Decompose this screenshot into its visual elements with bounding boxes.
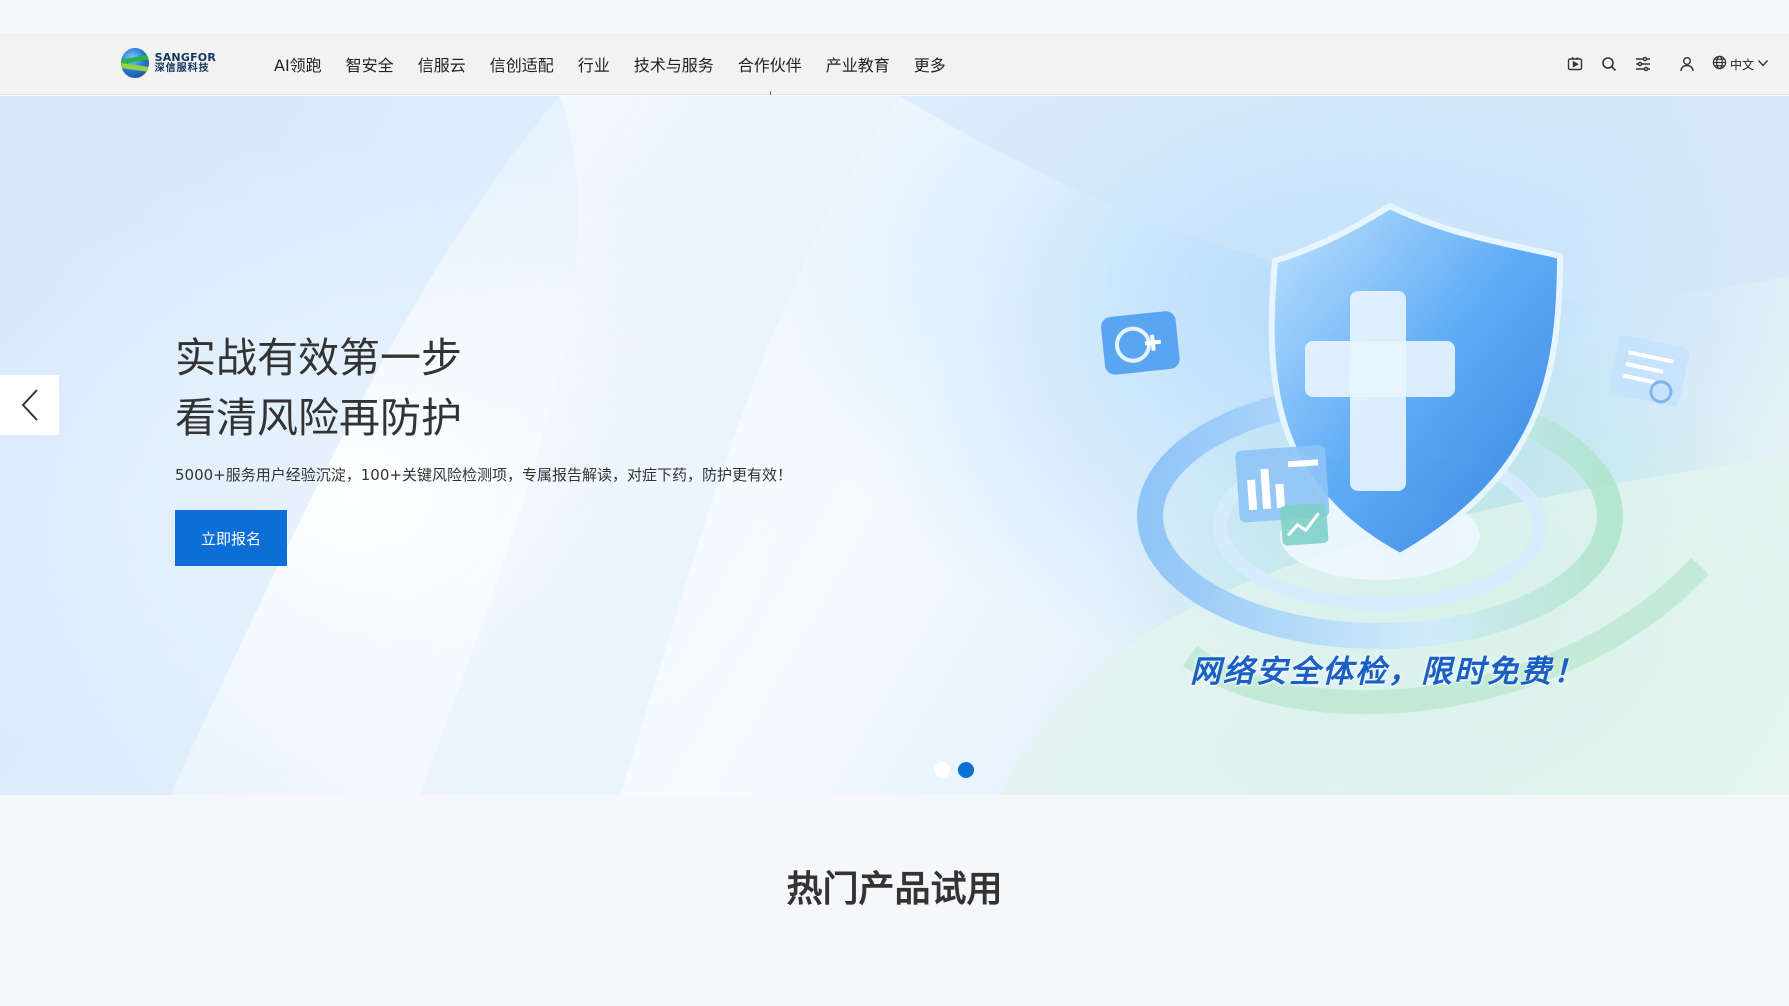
menu-item-partners[interactable]: 合作伙伴 xyxy=(726,33,814,95)
hero-subtitle: 5000+服务用户经验沉淀，100+关键风险检测项，专属报告解读，对症下药，防护… xyxy=(175,466,792,484)
menu-item-cloud[interactable]: 信服云 xyxy=(406,33,478,95)
top-navigation: SANGFOR 深信服科技 AI领跑 智安全 信服云 信创适配 行业 技术与服务… xyxy=(0,33,1789,95)
hero-title: 实战有效第一步 看清风险再防护 xyxy=(175,328,462,448)
menu-item-more[interactable]: 更多 xyxy=(902,33,958,95)
section-title-hot-products: 热门产品试用 xyxy=(786,869,1003,910)
video-icon[interactable] xyxy=(1566,55,1584,73)
carousel-indicators xyxy=(934,762,974,778)
menu-item-ai[interactable]: AI领跑 xyxy=(262,33,334,95)
globe-icon xyxy=(1712,55,1727,73)
carousel-prev-button[interactable] xyxy=(0,375,59,435)
promo-text: 网络安全体检，限时免费！ xyxy=(1190,654,1586,690)
register-now-button[interactable]: 立即报名 xyxy=(175,510,287,566)
chevron-down-icon xyxy=(1757,57,1769,72)
hero-title-line-2: 看清风险再防护 xyxy=(175,394,462,442)
hero-title-line-1: 实战有效第一步 xyxy=(175,334,462,382)
menu-item-industry[interactable]: 行业 xyxy=(566,33,622,95)
menu-item-education[interactable]: 产业教育 xyxy=(814,33,902,95)
logo-text: SANGFOR 深信服科技 xyxy=(155,52,216,74)
menu-item-security[interactable]: 智安全 xyxy=(334,33,406,95)
logo-name-cn: 深信服科技 xyxy=(154,62,210,74)
nav-tools: 中文 xyxy=(1566,33,1769,95)
user-icon[interactable] xyxy=(1678,55,1696,73)
brand-logo[interactable]: SANGFOR 深信服科技 xyxy=(121,45,216,81)
language-label: 中文 xyxy=(1729,57,1754,72)
menu-item-xinchuang[interactable]: 信创适配 xyxy=(478,33,566,95)
carousel-dot-2[interactable] xyxy=(958,762,974,778)
carousel-dot-1[interactable] xyxy=(934,762,950,778)
logo-globe-icon xyxy=(121,48,149,78)
search-icon[interactable] xyxy=(1600,55,1618,73)
top-strip xyxy=(0,0,1789,33)
chevron-left-icon xyxy=(21,389,38,421)
language-switcher[interactable]: 中文 xyxy=(1712,55,1769,73)
menu-item-tech-service[interactable]: 技术与服务 xyxy=(622,33,726,95)
logo-name-en: SANGFOR xyxy=(154,50,216,64)
main-menu: AI领跑 智安全 信服云 信创适配 行业 技术与服务 合作伙伴 产业教育 更多 xyxy=(262,33,958,95)
hero-banner: 实战有效第一步 看清风险再防护 5000+服务用户经验沉淀，100+关键风险检测… xyxy=(0,96,1789,795)
filter-icon[interactable] xyxy=(1634,55,1652,73)
